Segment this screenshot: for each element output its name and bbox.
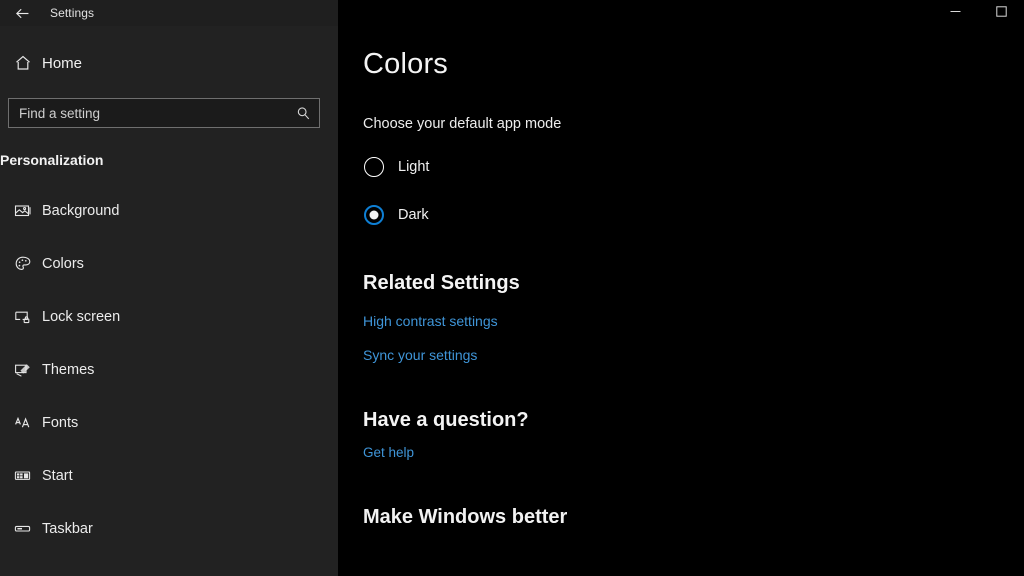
sidebar-section-title: Personalization: [0, 152, 104, 168]
sidebar-item-label: Themes: [42, 361, 95, 378]
link-sync-your-settings[interactable]: Sync your settings: [363, 347, 1024, 363]
search-box[interactable]: [8, 98, 320, 128]
sidebar-item-label: Background: [42, 202, 120, 219]
sidebar-item-label: Start: [42, 467, 73, 484]
sidebar-item-background[interactable]: Background: [0, 184, 338, 237]
radio-option-dark[interactable]: Dark: [363, 198, 1024, 232]
sidebar-item-label: Taskbar: [42, 520, 93, 537]
minimize-button[interactable]: [932, 0, 978, 22]
sidebar-item-label: Colors: [42, 255, 84, 272]
page-title: Colors: [363, 48, 448, 80]
minimize-icon: [950, 6, 961, 17]
title-bar-left: Settings: [0, 0, 338, 26]
window-controls: [932, 0, 1024, 26]
window-title: Settings: [50, 6, 95, 20]
app-mode-radio-group: Light Dark: [363, 150, 1024, 232]
maximize-icon: [995, 5, 1007, 17]
sidebar-item-taskbar[interactable]: Taskbar: [0, 502, 338, 555]
have-a-question-heading: Have a question?: [363, 409, 529, 431]
related-settings-heading: Related Settings: [363, 272, 520, 294]
start-grid-icon: [8, 467, 38, 485]
sidebar-item-fonts[interactable]: Fonts: [0, 396, 338, 449]
make-windows-better-heading: Make Windows better: [363, 506, 568, 528]
radio-circle-selected-icon: [364, 205, 384, 225]
link-get-help[interactable]: Get help: [363, 445, 1024, 460]
radio-label: Light: [398, 159, 430, 175]
search-input[interactable]: [19, 105, 296, 121]
sidebar-item-lock-screen[interactable]: Lock screen: [0, 290, 338, 343]
sidebar-item-label: Fonts: [42, 414, 79, 431]
sidebar-item-home[interactable]: Home: [0, 46, 338, 80]
sidebar-nav-list: Background Colors Lock screen Themes Fon…: [0, 184, 338, 555]
back-button[interactable]: [0, 0, 44, 26]
app-mode-label: Choose your default app mode: [363, 116, 562, 132]
sidebar-item-label: Lock screen: [42, 308, 121, 325]
back-arrow-icon: [15, 7, 30, 20]
palette-icon: [8, 255, 38, 273]
radio-option-light[interactable]: Light: [363, 150, 1024, 184]
lock-screen-icon: [8, 308, 38, 326]
themes-brush-icon: [8, 361, 38, 379]
sidebar: Home Personalization: [0, 0, 338, 576]
sidebar-home-label: Home: [42, 54, 83, 72]
sidebar-item-colors[interactable]: Colors: [0, 237, 338, 290]
settings-window: Home Personalization: [0, 0, 1024, 576]
image-icon: [8, 202, 38, 220]
taskbar-icon: [8, 520, 38, 538]
search-icon[interactable]: [296, 106, 311, 121]
content-area: Colors Choose your default app mode Ligh…: [338, 0, 1024, 576]
fonts-aa-icon: [8, 414, 38, 432]
radio-label: Dark: [398, 207, 429, 223]
link-high-contrast-settings[interactable]: High contrast settings: [363, 313, 1024, 329]
home-icon: [8, 54, 38, 72]
radio-circle-icon: [364, 157, 384, 177]
sidebar-item-start[interactable]: Start: [0, 449, 338, 502]
sidebar-item-themes[interactable]: Themes: [0, 343, 338, 396]
maximize-button[interactable]: [978, 0, 1024, 22]
